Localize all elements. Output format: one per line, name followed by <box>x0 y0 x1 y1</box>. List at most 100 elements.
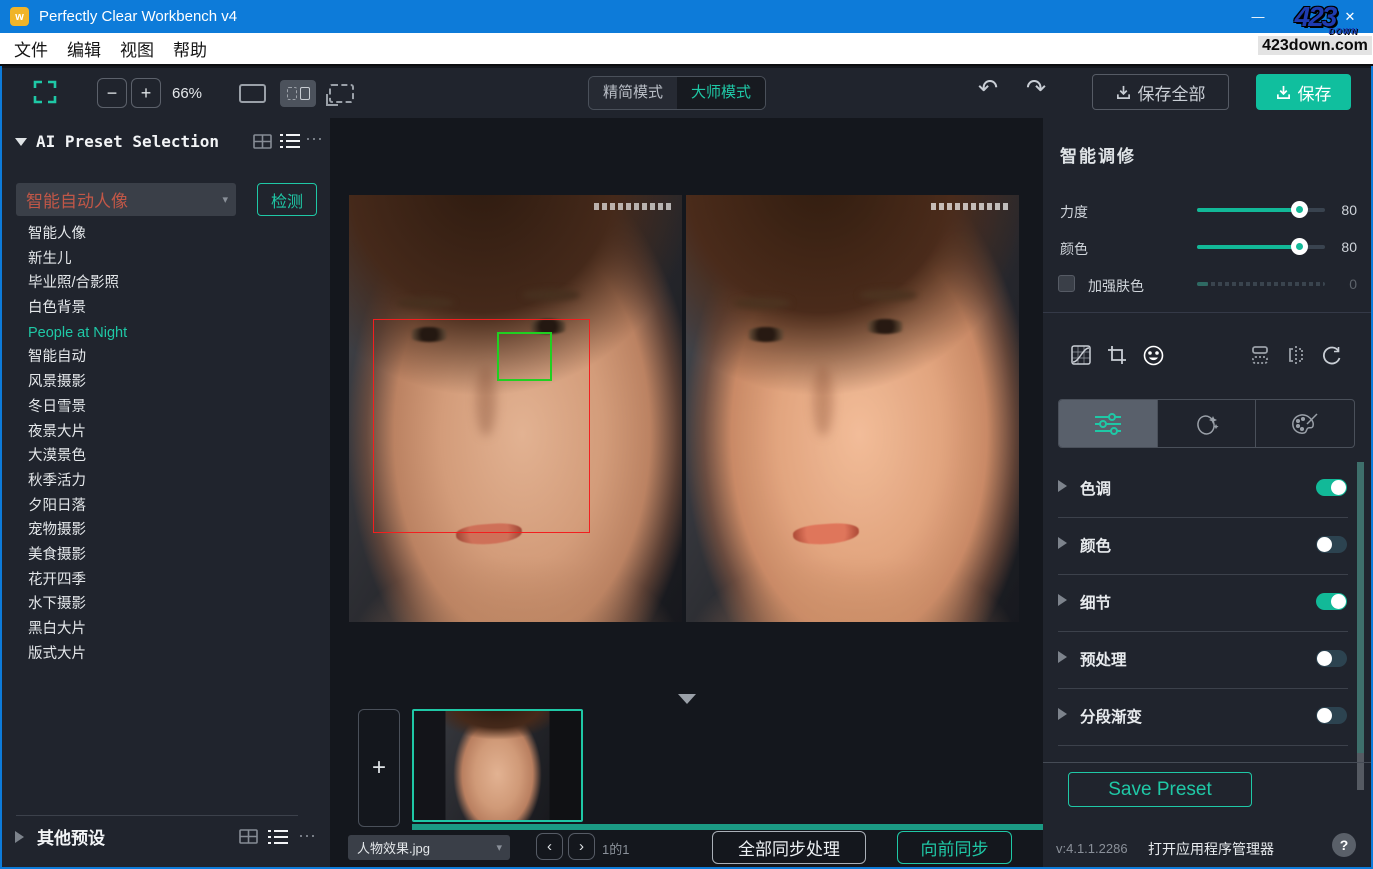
list-view-icon[interactable] <box>268 829 288 845</box>
more-options-icon[interactable]: ⋯ <box>298 826 317 847</box>
section-toggle-off[interactable] <box>1316 536 1347 553</box>
preset-item[interactable]: 黑白大片 <box>2 617 330 642</box>
save-all-button[interactable]: 保存全部 <box>1092 74 1229 110</box>
next-image-button[interactable]: › <box>568 833 595 860</box>
list-view-icon[interactable] <box>280 133 300 149</box>
open-app-manager-link[interactable]: 打开应用程序管理器 <box>1148 839 1274 859</box>
download-icon <box>1116 85 1131 100</box>
skin-enhance-slider[interactable] <box>1197 282 1325 286</box>
preset-item[interactable]: 毕业照/合影照 <box>2 271 330 296</box>
other-presets-section[interactable]: 其他预设 ⋯ <box>15 824 317 849</box>
curves-icon[interactable] <box>1070 344 1092 366</box>
preset-item[interactable]: 夕阳日落 <box>2 494 330 519</box>
window-border-left <box>0 66 2 869</box>
face-sparkle-icon <box>1194 411 1220 437</box>
detect-button[interactable]: 检测 <box>257 183 317 216</box>
color-slider[interactable] <box>1197 245 1325 249</box>
dropdown-arrow-icon: ▾ <box>496 841 502 854</box>
preset-item[interactable]: 新生儿 <box>2 247 330 272</box>
preset-category-dropdown[interactable]: 智能自动人像 ▾ <box>16 183 236 216</box>
portrait-detail <box>733 297 791 309</box>
fit-screen-icon[interactable] <box>33 80 57 104</box>
crop-icon[interactable] <box>1106 344 1128 366</box>
image-thumbnail[interactable] <box>412 709 583 822</box>
sync-forward-button[interactable]: 向前同步 <box>897 831 1012 864</box>
zoom-in-button[interactable]: + <box>131 78 161 108</box>
expand-arrow-icon[interactable] <box>1058 594 1067 606</box>
preset-item-active[interactable]: People at Night <box>2 321 330 346</box>
rotate-icon[interactable] <box>1321 344 1343 366</box>
menu-file[interactable]: 文件 <box>14 36 48 61</box>
title-bar: w Perfectly Clear Workbench v4 — ✕ <box>0 0 1373 33</box>
zoom-out-button[interactable]: − <box>97 78 127 108</box>
sync-all-button[interactable]: 全部同步处理 <box>712 831 866 864</box>
filename-dropdown[interactable]: 人物效果.jpg ▾ <box>348 835 510 860</box>
grid-view-icon[interactable] <box>253 134 272 149</box>
expand-arrow-icon[interactable] <box>1058 651 1067 663</box>
single-view-button[interactable] <box>239 84 266 103</box>
preset-item[interactable]: 宠物摄影 <box>2 518 330 543</box>
color-label: 颜色 <box>1060 239 1088 259</box>
before-image[interactable] <box>349 195 682 622</box>
tab-face-retouch[interactable] <box>1158 400 1257 447</box>
slider-knob[interactable] <box>1291 201 1308 218</box>
panel-scrollbar[interactable] <box>1357 462 1364 753</box>
portrait-detail <box>792 522 859 547</box>
strength-slider[interactable] <box>1197 208 1325 212</box>
split-left-icon <box>287 87 297 100</box>
preset-item[interactable]: 大漠景色 <box>2 444 330 469</box>
section-label: 分段渐变 <box>1080 705 1142 727</box>
filename-value: 人物效果.jpg <box>348 838 430 857</box>
preset-item[interactable]: 秋季活力 <box>2 469 330 494</box>
flip-horizontal-icon[interactable] <box>1285 344 1307 366</box>
preset-item[interactable]: 花开四季 <box>2 568 330 593</box>
slider-knob[interactable] <box>1291 238 1308 255</box>
after-image[interactable] <box>686 195 1019 622</box>
tab-basic-adjustments[interactable] <box>1059 400 1158 447</box>
redo-button[interactable]: ↷ <box>1026 76 1046 102</box>
expand-arrow-icon[interactable] <box>15 831 24 843</box>
master-mode-button[interactable]: 大师模式 <box>677 77 765 109</box>
undo-button[interactable]: ↶ <box>978 76 998 102</box>
filmstrip-scrollbar[interactable] <box>412 824 1043 830</box>
preset-item[interactable]: 风景摄影 <box>2 370 330 395</box>
section-toggle-off[interactable] <box>1316 707 1347 724</box>
expand-arrow-icon[interactable] <box>1058 480 1067 492</box>
grid-view-icon[interactable] <box>239 829 258 844</box>
collapse-arrow-icon[interactable] <box>15 138 27 146</box>
preset-item[interactable]: 智能人像 <box>2 222 330 247</box>
save-button[interactable]: 保存 <box>1256 74 1351 110</box>
section-toggle-on[interactable] <box>1316 593 1347 610</box>
preset-item[interactable]: 夜景大片 <box>2 420 330 445</box>
section-label: 预处理 <box>1080 648 1127 670</box>
add-image-button[interactable]: + <box>358 709 400 827</box>
tab-color-paint[interactable] <box>1256 400 1354 447</box>
crop-view-button[interactable] <box>329 84 354 103</box>
preset-item[interactable]: 智能自动 <box>2 345 330 370</box>
section-toggle-off[interactable] <box>1316 650 1347 667</box>
window-title: Perfectly Clear Workbench v4 <box>39 8 237 25</box>
expand-arrow-icon[interactable] <box>1058 537 1067 549</box>
help-button[interactable]: ? <box>1332 833 1356 857</box>
flip-vertical-icon[interactable] <box>1249 344 1271 366</box>
filmstrip-collapse-icon[interactable] <box>678 694 696 704</box>
expand-arrow-icon[interactable] <box>1058 708 1067 720</box>
preset-item[interactable]: 版式大片 <box>2 642 330 667</box>
section-toggle-on[interactable] <box>1316 479 1347 496</box>
menu-edit[interactable]: 编辑 <box>67 36 101 61</box>
split-view-button[interactable] <box>280 80 316 107</box>
previous-image-button[interactable]: ‹ <box>536 833 563 860</box>
photo-watermark <box>931 203 1011 210</box>
preset-item[interactable]: 美食摄影 <box>2 543 330 568</box>
face-retouch-icon[interactable] <box>1142 344 1164 366</box>
simple-mode-button[interactable]: 精简模式 <box>589 77 677 109</box>
divider <box>1058 688 1348 689</box>
preset-item[interactable]: 白色背景 <box>2 296 330 321</box>
menu-help[interactable]: 帮助 <box>173 36 207 61</box>
preset-item[interactable]: 水下摄影 <box>2 592 330 617</box>
preset-item[interactable]: 冬日雪景 <box>2 395 330 420</box>
menu-view[interactable]: 视图 <box>120 36 154 61</box>
more-options-icon[interactable]: ⋯ <box>305 129 324 150</box>
save-preset-button[interactable]: Save Preset <box>1068 772 1252 807</box>
skin-enhance-checkbox[interactable] <box>1058 275 1075 292</box>
